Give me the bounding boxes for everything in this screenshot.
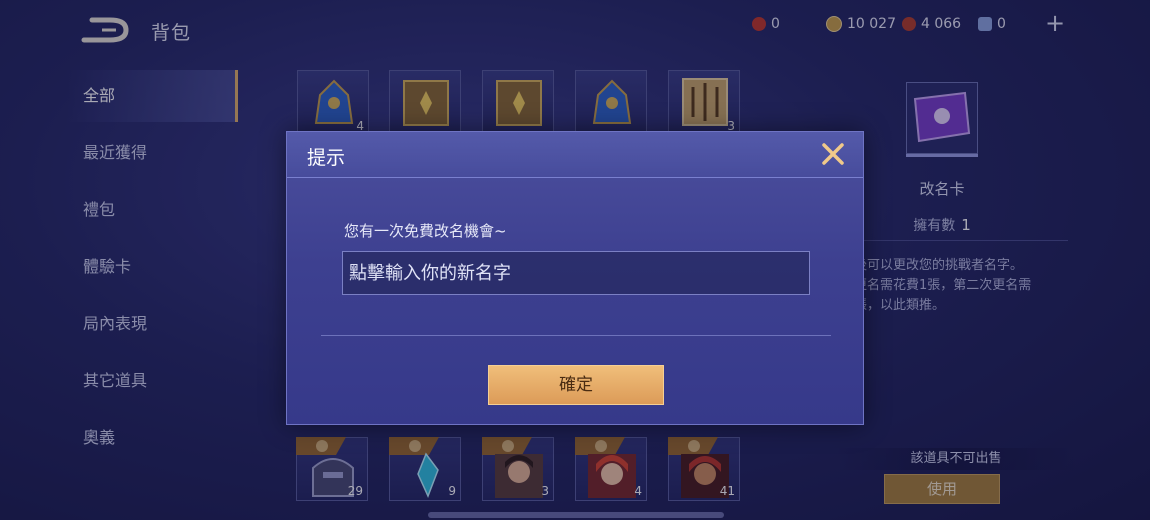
dialog-message: 您有一次免費改名機會~ — [344, 222, 507, 240]
dialog-divider — [321, 335, 831, 336]
new-name-input[interactable] — [342, 251, 810, 295]
rename-dialog: 提示 您有一次免費改名機會~ 確定 — [286, 131, 864, 425]
dialog-header: 提示 — [287, 132, 863, 178]
confirm-button[interactable]: 確定 — [488, 365, 664, 405]
dialog-title: 提示 — [307, 147, 346, 169]
close-icon[interactable] — [819, 140, 847, 168]
